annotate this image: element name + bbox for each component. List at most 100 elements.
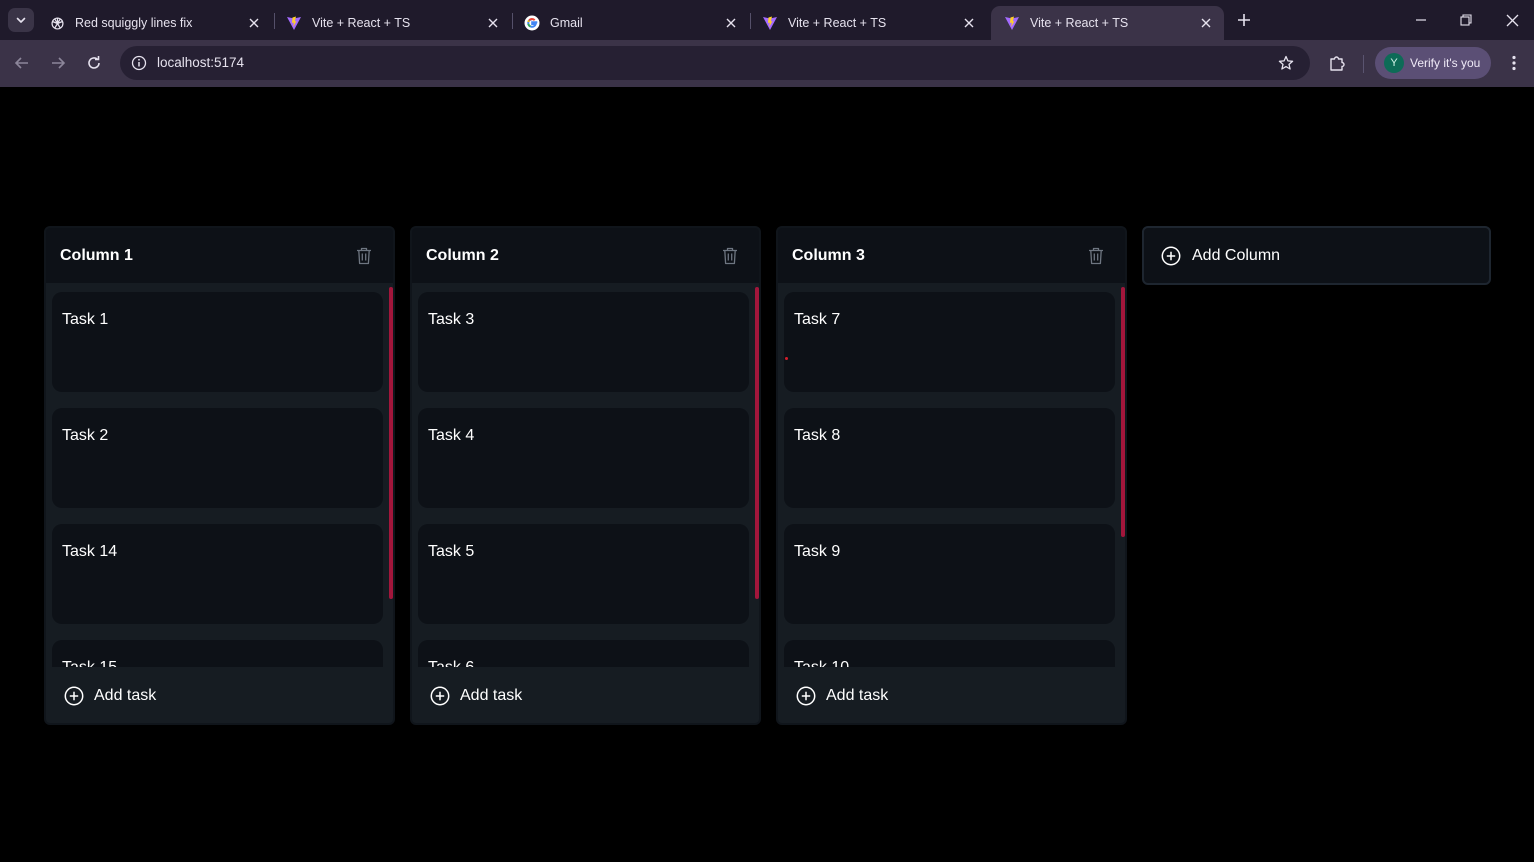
forward-button[interactable] <box>47 52 69 74</box>
delete-column-button[interactable] <box>355 246 373 266</box>
task-text: Task 15 <box>62 659 117 667</box>
add-task-button[interactable]: Add task <box>796 686 888 706</box>
tab-vite-1[interactable]: Vite + React + TS <box>273 6 511 40</box>
trash-icon <box>357 247 371 265</box>
close-icon[interactable] <box>485 15 501 31</box>
toolbar-divider <box>1363 55 1364 73</box>
task-text: Task 4 <box>428 427 475 444</box>
plus-circle-icon <box>1161 246 1181 266</box>
task-text: Task 8 <box>794 427 841 444</box>
task-card[interactable]: Task 3 <box>418 292 749 392</box>
add-column-button[interactable]: Add Column <box>1142 226 1491 285</box>
task-card[interactable]: Task 14 <box>52 524 383 624</box>
close-window-button[interactable] <box>1500 8 1524 32</box>
close-icon[interactable] <box>246 15 262 31</box>
avatar: Y <box>1384 53 1404 73</box>
address-bar[interactable]: localhost:5174 <box>120 46 1310 80</box>
browser-toolbar: localhost:5174 Y Verify it's you <box>0 40 1534 87</box>
add-task-button[interactable]: Add task <box>430 686 522 706</box>
puzzle-icon <box>1330 56 1345 71</box>
task-text: Task 14 <box>62 543 118 560</box>
cursor-dot <box>785 357 788 360</box>
column-header[interactable]: Column 3 <box>778 228 1125 283</box>
minimize-icon <box>1416 19 1426 21</box>
column-title[interactable]: Column 2 <box>426 247 499 265</box>
column-title[interactable]: Column 3 <box>792 247 865 265</box>
tab-red-squiggly[interactable]: Red squiggly lines fix <box>36 6 272 40</box>
new-tab-button[interactable] <box>1234 10 1254 30</box>
add-column-label: Add Column <box>1192 246 1281 264</box>
vite-icon <box>1004 15 1020 31</box>
extensions-button[interactable] <box>1326 52 1348 74</box>
task-text: Task 1 <box>62 311 109 328</box>
tab-vite-2[interactable]: Vite + React + TS <box>749 6 987 40</box>
tab-title: Vite + React + TS <box>788 16 887 30</box>
add-task-label: Add task <box>826 687 889 704</box>
site-info-button[interactable] <box>127 51 151 75</box>
profile-button[interactable]: Y Verify it's you <box>1375 47 1491 79</box>
task-list-scrollbar[interactable] <box>389 287 393 599</box>
tab-gmail[interactable]: Gmail <box>511 6 749 40</box>
close-icon[interactable] <box>1198 15 1214 31</box>
kebab-menu-icon <box>1512 55 1516 71</box>
profile-label: Verify it's you <box>1410 56 1481 70</box>
close-icon[interactable] <box>961 15 977 31</box>
plus-circle-icon <box>64 686 84 706</box>
back-button[interactable] <box>11 52 33 74</box>
arrow-right-icon <box>52 57 66 69</box>
trash-icon <box>1089 247 1103 265</box>
chevron-down-icon <box>16 17 26 23</box>
reload-button[interactable] <box>83 52 105 74</box>
add-task-button[interactable]: Add task <box>64 686 156 706</box>
task-card[interactable]: Task 9 <box>784 524 1115 624</box>
trash-icon <box>723 247 737 265</box>
column-1[interactable]: Column 1 Task 1 Task 2 Task 14 Task 15 A… <box>44 226 395 725</box>
column-title[interactable]: Column 1 <box>60 247 133 265</box>
tab-title: Vite + React + TS <box>1030 16 1129 30</box>
tab-search-button[interactable] <box>8 8 34 32</box>
tab-title: Gmail <box>550 16 583 30</box>
delete-column-button[interactable] <box>1087 246 1105 266</box>
task-card[interactable]: Task 10 <box>784 640 1115 667</box>
close-icon <box>1506 14 1518 26</box>
plus-circle-icon <box>796 686 816 706</box>
task-text: Task 3 <box>428 311 475 328</box>
task-list-scrollbar[interactable] <box>1121 287 1125 537</box>
kanban-page: Column 1 Task 1 Task 2 Task 14 Task 15 A… <box>0 87 1534 862</box>
tab-title: Vite + React + TS <box>312 16 411 30</box>
task-list[interactable]: Task 3 Task 4 Task 5 Task 6 <box>412 283 759 667</box>
tab-title: Red squiggly lines fix <box>75 16 193 30</box>
restore-button[interactable] <box>1454 8 1478 32</box>
task-card[interactable]: Task 8 <box>784 408 1115 508</box>
task-card[interactable]: Task 2 <box>52 408 383 508</box>
task-card[interactable]: Task 15 <box>52 640 383 667</box>
column-header[interactable]: Column 1 <box>46 228 393 283</box>
task-card[interactable]: Task 1 <box>52 292 383 392</box>
task-card[interactable]: Task 6 <box>418 640 749 667</box>
close-icon[interactable] <box>723 15 739 31</box>
task-list[interactable]: Task 1 Task 2 Task 14 Task 15 <box>46 283 393 667</box>
delete-column-button[interactable] <box>721 246 739 266</box>
task-text: Task 7 <box>794 311 841 328</box>
tab-vite-active[interactable]: Vite + React + TS <box>991 6 1224 40</box>
task-card[interactable]: Task 7 <box>784 292 1115 392</box>
task-text: Task 9 <box>794 543 841 560</box>
openai-icon <box>49 15 65 31</box>
column-2[interactable]: Column 2 Task 3 Task 4 Task 5 Task 6 Add… <box>410 226 761 725</box>
column-3[interactable]: Column 3 Task 7 Task 8 Task 9 Task 10 Ad… <box>776 226 1127 725</box>
url-text: localhost:5174 <box>157 55 245 70</box>
bookmark-button[interactable] <box>1276 53 1296 73</box>
minimize-button[interactable] <box>1409 8 1433 32</box>
task-card[interactable]: Task 5 <box>418 524 749 624</box>
add-task-label: Add task <box>94 687 157 704</box>
task-list[interactable]: Task 7 Task 8 Task 9 Task 10 <box>778 283 1125 667</box>
task-text: Task 10 <box>794 659 849 667</box>
add-task-label: Add task <box>460 687 523 704</box>
tab-strip: Red squiggly lines fix Vite + React + TS… <box>0 0 1534 40</box>
restore-icon <box>1460 14 1472 26</box>
task-text: Task 2 <box>62 427 109 444</box>
task-card[interactable]: Task 4 <box>418 408 749 508</box>
task-list-scrollbar[interactable] <box>755 287 759 599</box>
column-header[interactable]: Column 2 <box>412 228 759 283</box>
browser-menu-button[interactable] <box>1504 52 1524 74</box>
